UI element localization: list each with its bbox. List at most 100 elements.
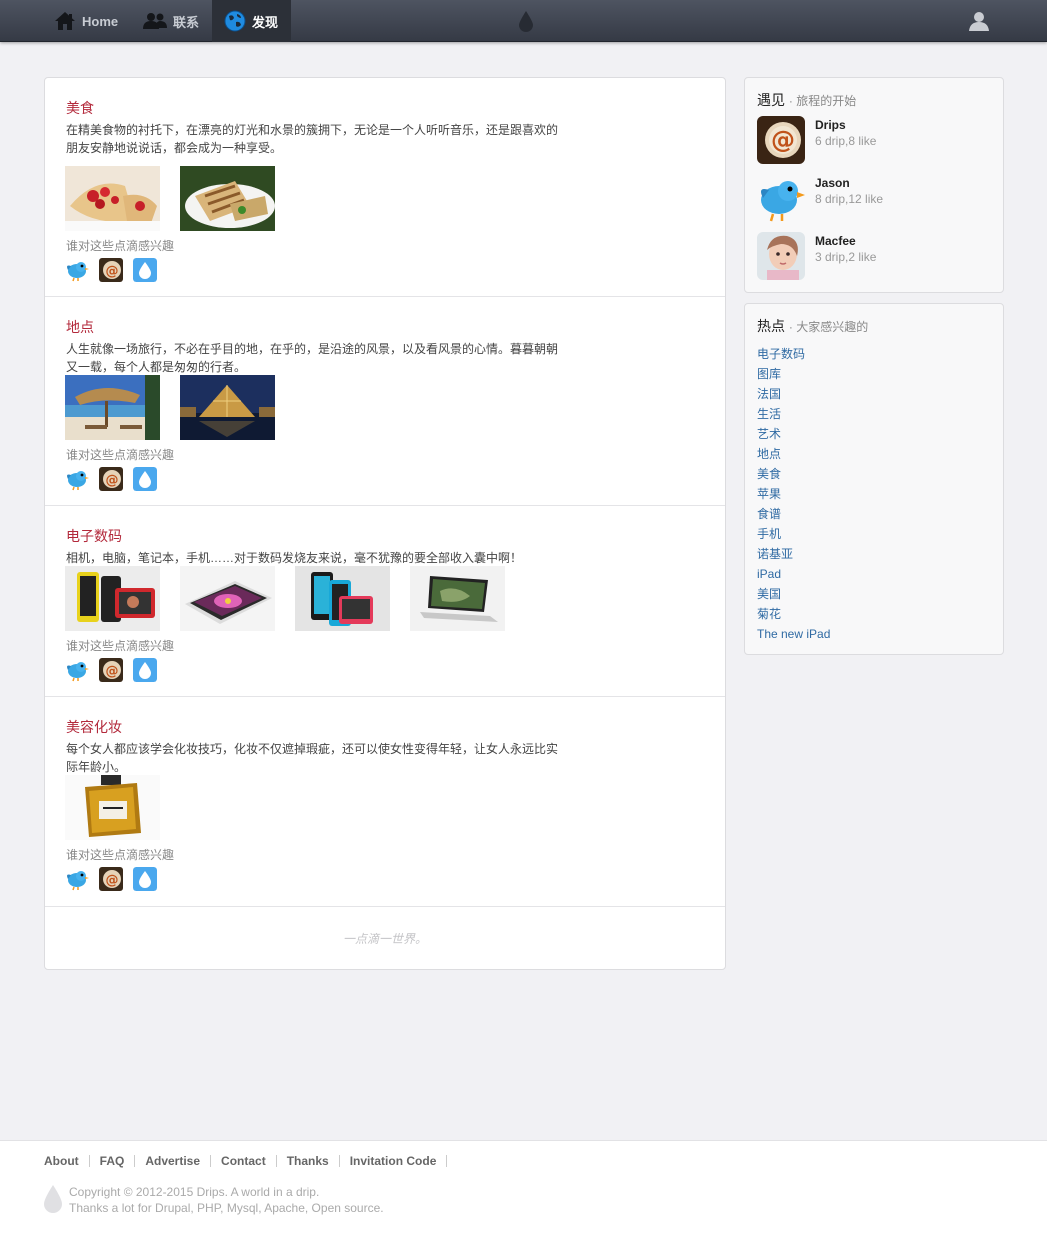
hot-tag-link[interactable]: 艺术 xyxy=(757,424,830,444)
footer-link-contact[interactable]: Contact xyxy=(211,1155,277,1167)
user-stats: 8 drip,12 like xyxy=(815,192,884,206)
twitter-bird-avatar[interactable] xyxy=(65,467,89,491)
svg-text:@: @ xyxy=(106,473,119,488)
hot-tag-link[interactable]: 美国 xyxy=(757,584,830,604)
footer-link-invitation-code[interactable]: Invitation Code xyxy=(340,1155,448,1167)
twitter-bird-avatar[interactable] xyxy=(65,658,89,682)
hot-tag-link[interactable]: 食谱 xyxy=(757,504,830,524)
perfume-bottle-photo[interactable] xyxy=(65,775,160,840)
user-card[interactable]: @ Drips 6 drip,8 like xyxy=(757,116,987,166)
user-icon[interactable] xyxy=(968,10,990,35)
hot-tags-box: 热点 · 大家感兴趣的 电子数码 图库 法国 生活 艺术 地点 美食 苹果 食谱… xyxy=(744,303,1004,655)
hot-tag-link[interactable]: 菊花 xyxy=(757,604,830,624)
feed-item-description: 相机，电脑，笔记本，手机……对于数码发烧友来说，毫不犹豫的要全部收入囊中啊！ xyxy=(66,551,523,565)
user-name[interactable]: Macfee xyxy=(815,234,856,248)
macfee-avatar[interactable] xyxy=(757,232,805,280)
svg-text:@: @ xyxy=(106,873,119,888)
feed-item-description: 人生就像一场旅行，不必在乎目的地，在乎的，是沿途的风景，以及看风景的心情。暮暮朝… xyxy=(66,342,559,374)
hot-tag-link[interactable]: 电子数码 xyxy=(757,344,830,364)
hot-tag-link[interactable]: iPad xyxy=(757,564,830,584)
interest-label: 谁对这些点滴感兴趣 xyxy=(66,239,175,253)
hot-tag-link[interactable]: 美食 xyxy=(757,464,830,484)
jason-twitter-bird-avatar[interactable] xyxy=(757,174,805,222)
contacts-icon xyxy=(143,12,167,30)
svg-text:@: @ xyxy=(106,264,119,279)
svg-text:@: @ xyxy=(771,126,795,154)
hot-tag-link[interactable]: The new iPad xyxy=(757,624,830,644)
footer-link-thanks[interactable]: Thanks xyxy=(277,1155,340,1167)
thanks-text: Thanks a lot for Drupal, PHP, Mysql, Apa… xyxy=(69,1201,384,1215)
drop-avatar[interactable] xyxy=(133,258,157,282)
drips-at-avatar[interactable]: @ xyxy=(99,658,123,682)
interested-users: @ xyxy=(65,867,157,891)
nav-home[interactable]: Home xyxy=(54,0,124,42)
feed-item-title[interactable]: 美容化妆 xyxy=(66,717,122,737)
interest-label: 谁对这些点滴感兴趣 xyxy=(66,448,175,462)
user-stats: 6 drip,8 like xyxy=(815,134,877,148)
footer-link-about[interactable]: About xyxy=(44,1155,90,1167)
feed-item: 地点 人生就像一场旅行，不必在乎目的地，在乎的，是沿途的风景，以及看风景的心情。… xyxy=(45,297,725,506)
laptop-photo[interactable] xyxy=(410,566,505,631)
hot-tag-link[interactable]: 手机 xyxy=(757,524,830,544)
user-name[interactable]: Jason xyxy=(815,176,850,190)
drop-avatar[interactable] xyxy=(133,658,157,682)
drop-avatar[interactable] xyxy=(133,467,157,491)
meet-subtitle: · 旅程的开始 xyxy=(788,94,857,108)
footer-links: About FAQ Advertise Contact Thanks Invit… xyxy=(44,1155,448,1167)
hot-tag-list: 电子数码 图库 法国 生活 艺术 地点 美食 苹果 食谱 手机 诺基亚 iPad… xyxy=(757,344,830,644)
nav-contacts-label: 联系 xyxy=(173,14,200,30)
lumia-tablet-photo[interactable] xyxy=(295,566,390,631)
footer-link-faq[interactable]: FAQ xyxy=(90,1155,136,1167)
hot-tag-link[interactable]: 苹果 xyxy=(757,484,830,504)
interested-users: @ xyxy=(65,258,157,282)
nav-home-label: Home xyxy=(82,13,119,29)
feed-item-description: 每个女人都应该学会化妆技巧，化妆不仅遮掉瑕疵，还可以使女性变得年轻，让女人永远比… xyxy=(66,742,559,774)
nav-contacts[interactable]: 联系 xyxy=(143,0,205,42)
footer-link-advertise[interactable]: Advertise xyxy=(135,1155,212,1167)
drop-icon[interactable] xyxy=(519,11,533,35)
user-card[interactable]: Jason 8 drip,12 like xyxy=(757,174,987,224)
site-footer: About FAQ Advertise Contact Thanks Invit… xyxy=(0,1140,1047,1253)
drop-avatar[interactable] xyxy=(133,867,157,891)
meet-heading: 遇见 · 旅程的开始 xyxy=(757,90,856,110)
beach-hut-photo[interactable] xyxy=(65,375,160,440)
svg-text:@: @ xyxy=(106,664,119,679)
discover-feed: 美食 在精美食物的衬托下，在漂亮的灯光和水景的簇拥下，无论是一个人听听音乐，还是… xyxy=(44,77,726,970)
twitter-bird-avatar[interactable] xyxy=(65,867,89,891)
footer-copyright: Copyright © 2012-2015 Drips. A world in … xyxy=(69,1184,384,1216)
twitter-bird-avatar[interactable] xyxy=(65,258,89,282)
drips-avatar[interactable]: @ xyxy=(757,116,805,164)
feed-item: 电子数码 相机，电脑，笔记本，手机……对于数码发烧友来说，毫不犹豫的要全部收入囊… xyxy=(45,506,725,697)
interest-label: 谁对这些点滴感兴趣 xyxy=(66,848,175,862)
meet-title: 遇见 xyxy=(757,92,785,108)
grilled-wrap-photo[interactable] xyxy=(180,166,275,231)
hot-tag-link[interactable]: 法国 xyxy=(757,384,830,404)
interested-users: @ xyxy=(65,467,157,491)
hot-heading: 热点 · 大家感兴趣的 xyxy=(757,316,868,336)
feed-item-title[interactable]: 电子数码 xyxy=(66,526,122,546)
feed-item-title[interactable]: 地点 xyxy=(66,317,94,337)
wrap-strawberry-photo[interactable] xyxy=(65,166,160,231)
globe-icon xyxy=(224,10,246,32)
hot-tag-link[interactable]: 地点 xyxy=(757,444,830,464)
user-name[interactable]: Drips xyxy=(815,118,846,132)
nav-discover-label: 发现 xyxy=(252,14,279,30)
feed-footer-slogan: 一点滴一世界。 xyxy=(342,931,427,946)
hot-title: 热点 xyxy=(757,318,785,334)
drop-logo-icon xyxy=(44,1185,62,1216)
feed-item-title[interactable]: 美食 xyxy=(66,98,94,118)
nav-discover[interactable]: 发现 xyxy=(212,0,291,42)
hot-tag-link[interactable]: 图库 xyxy=(757,364,830,384)
hot-tag-link[interactable]: 诺基亚 xyxy=(757,544,830,564)
drips-at-avatar[interactable]: @ xyxy=(99,467,123,491)
lumia-phones-photo[interactable] xyxy=(65,566,160,631)
louvre-pyramid-photo[interactable] xyxy=(180,375,275,440)
home-icon xyxy=(54,11,76,31)
tablet-flower-photo[interactable] xyxy=(180,566,275,631)
copyright-text: Copyright © 2012-2015 Drips. A world in … xyxy=(69,1185,320,1199)
top-navbar: Home 联系 发现 xyxy=(0,0,1047,42)
drips-at-avatar[interactable]: @ xyxy=(99,867,123,891)
user-card[interactable]: Macfee 3 drip,2 like xyxy=(757,232,987,282)
hot-tag-link[interactable]: 生活 xyxy=(757,404,830,424)
drips-at-avatar[interactable]: @ xyxy=(99,258,123,282)
